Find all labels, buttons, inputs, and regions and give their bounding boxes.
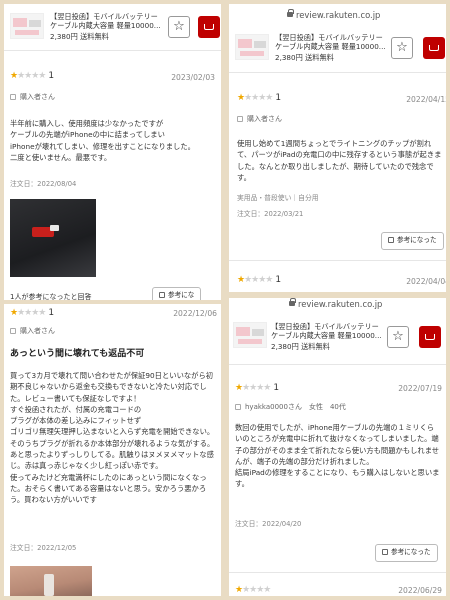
rating-stars: ★★★★★ <box>235 585 271 595</box>
review-panel-1: 【翌日投函】モバイルバッテリー ケーブル内蔵大容量 軽量10000... 2,3… <box>4 4 221 300</box>
review-body: 使用し始めて1週間ちょっとでライトニングのチップが割れて、パーツがiPadの充電… <box>237 139 442 182</box>
user-icon <box>10 94 16 100</box>
product-title[interactable]: 【翌日投函】モバイルバッテリー ケーブル内蔵大容量 軽量10000... <box>271 322 386 341</box>
review-date: 2022/12/06 <box>173 309 217 318</box>
review-body: 数回の使用でしたが、iPhone用ケーブルの先端の１ミリくらいのところが充電中に… <box>235 423 440 489</box>
product-price: 2,380円 <box>50 32 78 41</box>
site-url: review.rakuten.co.jp <box>298 299 383 309</box>
divider <box>229 364 446 365</box>
reviewer-name: 購入者さん <box>247 115 282 123</box>
product-price: 2,380円 <box>275 53 303 62</box>
order-date: 注文日：2022/12/05 <box>10 544 77 552</box>
lock-icon <box>289 298 296 306</box>
review-rating: ★★★★★ 1 <box>235 382 279 395</box>
favorite-button[interactable]: ☆ <box>391 37 413 59</box>
reviewer: hyakka0000さん 女性 40代 <box>235 402 346 412</box>
cart-button[interactable] <box>198 16 220 38</box>
divider <box>229 572 446 573</box>
shipping-label: 送料無料 <box>305 53 334 62</box>
product-price: 2,380円 <box>271 342 299 351</box>
thumbs-up-icon <box>159 292 165 298</box>
review-panel-2: review.rakuten.co.jp 【翌日投函】モバイルバッテリー ケーブ… <box>229 4 446 292</box>
cart-icon <box>204 24 214 30</box>
star-icon: ☆ <box>392 329 404 344</box>
product-thumbnail[interactable] <box>233 322 267 348</box>
product-price-row: 2,380円 送料無料 <box>50 32 109 42</box>
review-headline: あっという間に壊れても返品不可 <box>10 349 145 359</box>
review-panel-4: review.rakuten.co.jp 【翌日投函】モバイルバッテリー ケーブ… <box>229 298 446 596</box>
order-date: 注文日：2022/04/20 <box>235 520 302 528</box>
user-icon <box>237 116 243 122</box>
rating-stars: ★★★★★ <box>10 71 46 81</box>
divider <box>4 50 221 51</box>
rating-stars: ★★★★★ <box>237 93 273 103</box>
thumbs-up-icon <box>382 549 388 555</box>
shipping-label: 送料無料 <box>80 32 109 41</box>
helpful-button[interactable]: 参考になった <box>375 544 438 562</box>
rating-value: 1 <box>48 71 55 81</box>
cart-icon <box>429 45 439 51</box>
reviewer: 購入者さん <box>237 114 282 124</box>
product-title[interactable]: 【翌日投函】モバイルバッテリー ケーブル内蔵大容量 軽量10000... <box>275 33 390 52</box>
helpful-button[interactable]: 参考になった <box>381 232 444 250</box>
helpful-button[interactable]: 参考にな <box>152 287 202 300</box>
review-body: 買って3カ月で壊れて問い合わせたが保証90日といいながら初期不良じゃないから返金… <box>10 371 215 505</box>
usage-tag: 実用品・普段使い｜自分用 <box>237 194 319 202</box>
site-url: review.rakuten.co.jp <box>296 10 381 20</box>
star-icon: ☆ <box>396 40 408 55</box>
reviewer-name: 購入者さん <box>20 93 55 101</box>
cart-button[interactable] <box>419 326 441 348</box>
reviewer: 購入者さん <box>10 92 55 102</box>
cart-icon <box>425 334 435 340</box>
address-bar[interactable]: review.rakuten.co.jp <box>287 9 380 21</box>
shipping-label: 送料無料 <box>301 342 330 351</box>
review-rating: ★★★★★ 1 <box>10 70 54 83</box>
rating-value: 1 <box>275 275 282 285</box>
review-date: 2022/04/15 <box>406 95 446 104</box>
reviewer-name: 購入者さん <box>20 327 55 335</box>
rating-value: 1 <box>273 383 280 393</box>
rating-value: 1 <box>275 93 282 103</box>
user-icon <box>10 328 16 334</box>
product-price-row: 2,380円 送料無料 <box>271 342 330 352</box>
product-title[interactable]: 【翌日投函】モバイルバッテリー ケーブル内蔵大容量 軽量10000... <box>50 12 165 31</box>
order-date: 注文日：2022/08/04 <box>10 180 77 188</box>
cart-button[interactable] <box>423 37 445 59</box>
address-bar[interactable]: review.rakuten.co.jp <box>289 298 382 310</box>
favorite-button[interactable]: ☆ <box>168 16 190 38</box>
next-review-rating: ★★★★★ <box>235 584 271 596</box>
review-body: 半年前に購入し、使用頻度は少なかったですが ケーブルの先端がiPhoneの中に詰… <box>10 119 195 162</box>
rating-stars: ★★★★★ <box>237 275 273 285</box>
divider <box>229 72 446 73</box>
review-date: 2022/07/19 <box>398 384 442 393</box>
review-rating: ★★★★★ 1 <box>10 307 54 320</box>
next-review-date: 2022/04/04 <box>406 277 446 286</box>
product-price-row: 2,380円 送料無料 <box>275 53 334 63</box>
product-thumbnail[interactable] <box>235 34 269 60</box>
product-thumbnail[interactable] <box>10 13 44 39</box>
next-review-rating: ★★★★★ 1 <box>237 274 281 287</box>
next-review-date: 2022/06/29 <box>398 586 442 595</box>
thumbs-up-icon <box>388 237 394 243</box>
divider <box>229 260 446 261</box>
favorite-button[interactable]: ☆ <box>387 326 409 348</box>
rating-stars: ★★★★★ <box>10 308 46 318</box>
review-rating: ★★★★★ 1 <box>237 92 281 105</box>
user-icon <box>235 404 241 410</box>
review-panel-3: ★★★★★ 1 2022/12/06 購入者さん あっという間に壊れても返品不可 … <box>4 304 221 596</box>
review-photo[interactable] <box>10 566 92 596</box>
order-date: 注文日：2022/03/21 <box>237 210 304 218</box>
rating-value: 1 <box>48 308 55 318</box>
helpful-count: 1人が参考になったと回答 <box>10 293 92 300</box>
lock-icon <box>287 9 294 17</box>
review-photo[interactable] <box>10 199 96 277</box>
reviewer: 購入者さん <box>10 326 55 336</box>
star-icon: ☆ <box>173 19 185 34</box>
review-date: 2023/02/03 <box>171 73 215 82</box>
rating-stars: ★★★★★ <box>235 383 271 393</box>
reviewer-name: hyakka0000さん 女性 40代 <box>245 403 346 411</box>
